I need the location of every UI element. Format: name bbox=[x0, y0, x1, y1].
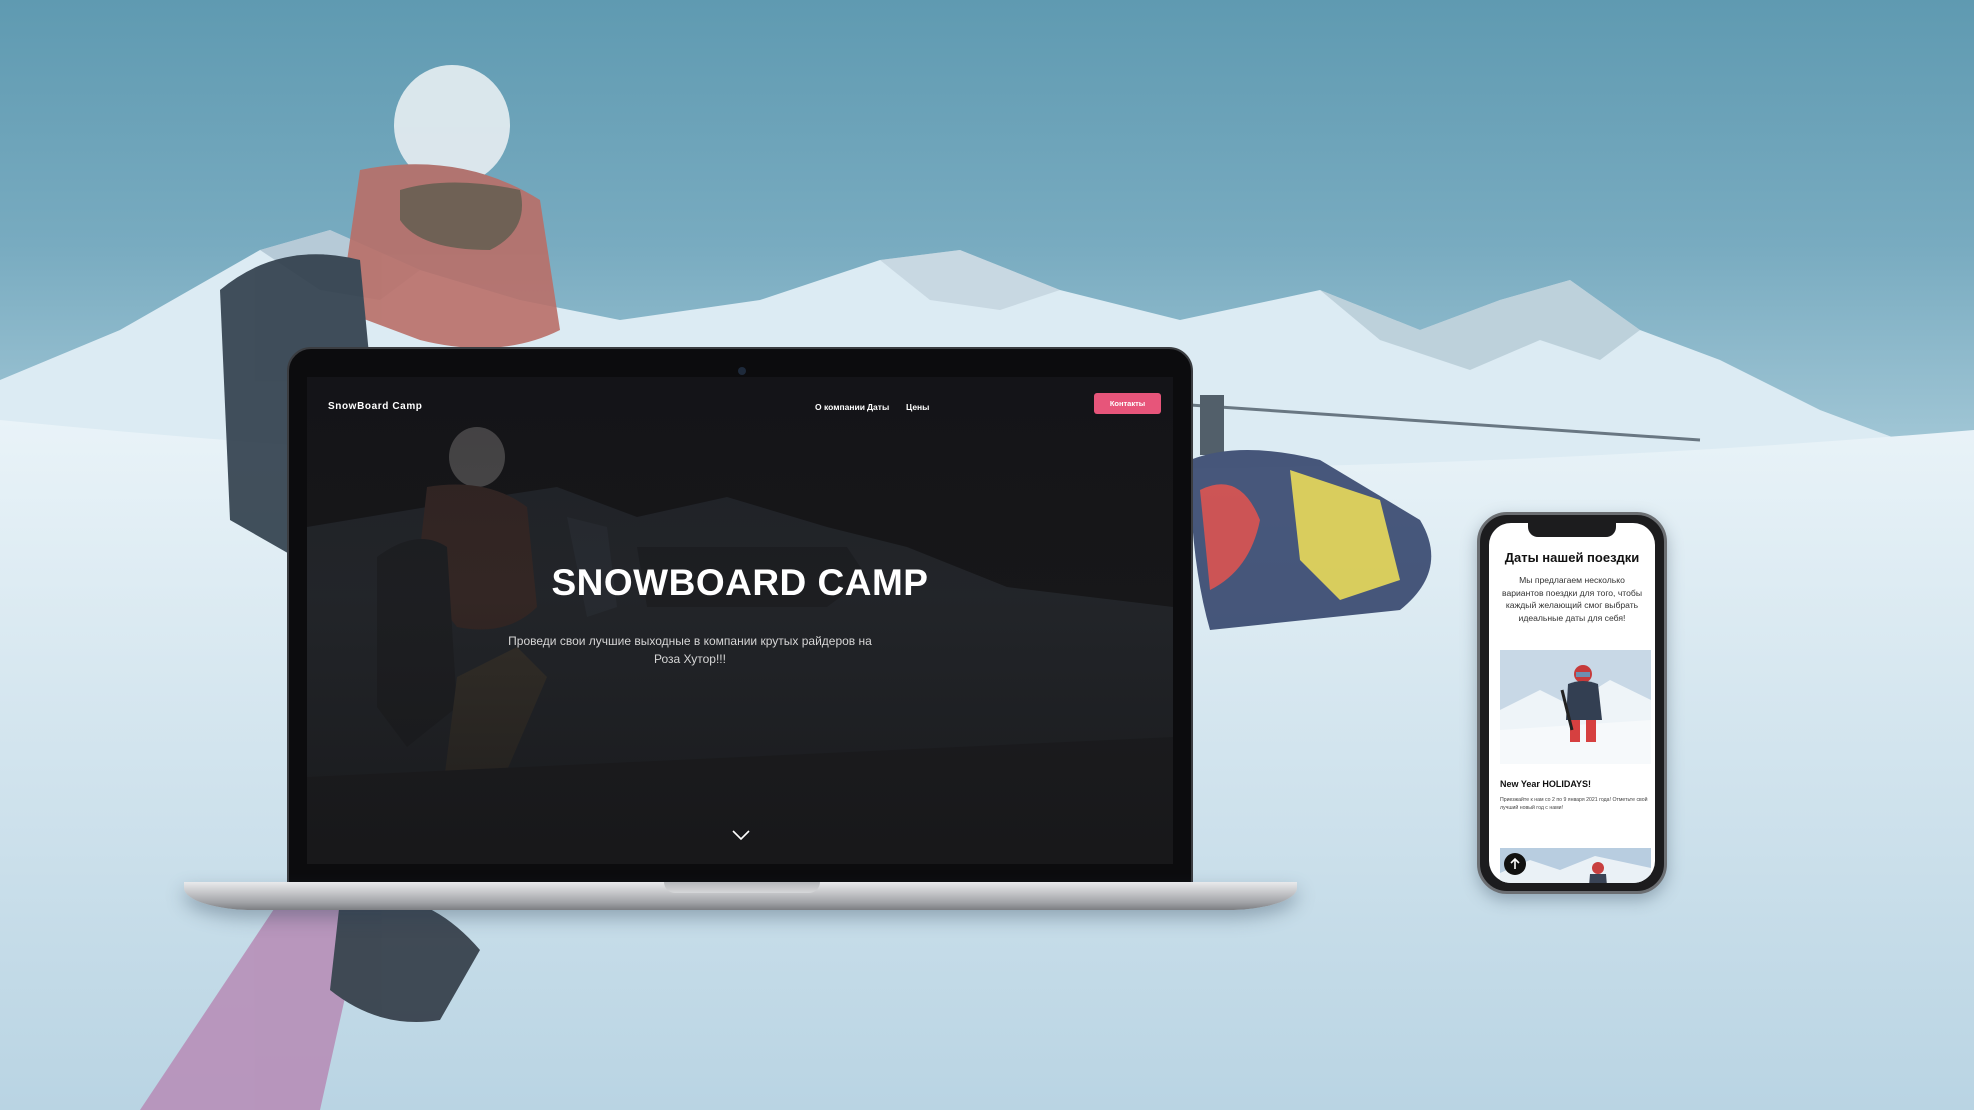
scroll-up-button[interactable] bbox=[1504, 853, 1526, 875]
dates-section-title: Даты нашей поездки bbox=[1504, 550, 1640, 565]
arrow-up-icon bbox=[1510, 857, 1520, 869]
contacts-button[interactable]: Контакты bbox=[1094, 393, 1161, 414]
camera-dot bbox=[738, 367, 746, 375]
phone-mockup: Даты нашей поездки Мы предлагаем несколь… bbox=[1477, 512, 1667, 894]
site-navbar: SnowBoard Camp О компании Даты Цены Конт… bbox=[307, 377, 1173, 439]
card-text: Приезжайте к нам со 2 по 9 января 2021 г… bbox=[1500, 797, 1648, 811]
chevron-down-icon[interactable] bbox=[731, 828, 751, 842]
dates-section-text: Мы предлагаем несколько вариантов поездк… bbox=[1501, 575, 1643, 623]
hero-subtitle: Проведи свои лучшие выходные в компании … bbox=[508, 634, 872, 666]
laptop-mockup: SnowBoard Camp О компании Даты Цены Конт… bbox=[287, 347, 1193, 885]
phone-notch bbox=[1528, 523, 1616, 537]
laptop-opening-notch bbox=[664, 882, 820, 893]
hero-title: SNOWBOARD CAMP bbox=[551, 562, 929, 603]
nav-link-about[interactable]: О компании bbox=[815, 402, 865, 412]
laptop-base bbox=[184, 882, 1297, 910]
laptop-screen: SnowBoard Camp О компании Даты Цены Конт… bbox=[307, 377, 1173, 864]
nav-link-dates[interactable]: Даты bbox=[867, 402, 889, 412]
phone-screen: Даты нашей поездки Мы предлагаем несколь… bbox=[1489, 523, 1655, 883]
nav-link-prices[interactable]: Цены bbox=[906, 402, 929, 412]
card-title: New Year HOLIDAYS! bbox=[1500, 779, 1592, 789]
site-logo[interactable]: SnowBoard Camp bbox=[328, 401, 423, 412]
card-image[interactable] bbox=[1500, 650, 1651, 764]
